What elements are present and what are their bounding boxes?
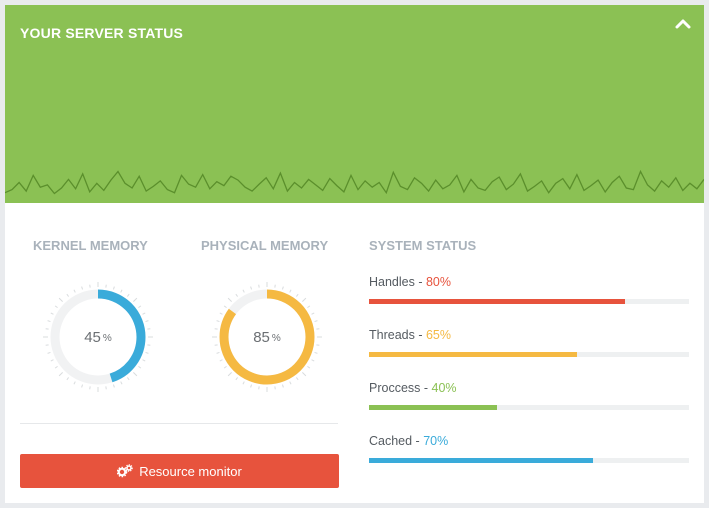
status-text: Cached - 70% bbox=[369, 434, 449, 448]
handles-progress-bar bbox=[369, 299, 625, 304]
resource-monitor-button[interactable]: Resource monitor bbox=[20, 454, 339, 488]
collapse-button[interactable] bbox=[672, 13, 694, 35]
kernel-memory-value: 45% bbox=[84, 328, 112, 346]
status-track bbox=[369, 405, 689, 410]
physical-memory-gauge: 85% bbox=[212, 282, 322, 392]
network-sparkline bbox=[5, 169, 704, 195]
threads-progress-bar bbox=[369, 352, 577, 357]
status-row-cached: Cached - 70% bbox=[369, 434, 689, 474]
status-text: Handles - 80% bbox=[369, 275, 452, 289]
status-text: Threads - 65% bbox=[369, 328, 451, 342]
gears-icon bbox=[117, 464, 133, 478]
chevron-up-icon bbox=[675, 19, 691, 29]
header-panel: YOUR SERVER STATUS bbox=[5, 5, 704, 203]
status-track bbox=[369, 299, 689, 304]
physical-memory-title: PHYSICAL MEMORY bbox=[201, 238, 329, 253]
system-status-title: SYSTEM STATUS bbox=[369, 238, 477, 253]
divider bbox=[20, 423, 338, 424]
status-row-handles: Handles - 80% bbox=[369, 275, 689, 315]
cached-progress-bar bbox=[369, 458, 593, 463]
kernel-memory-title: KERNEL MEMORY bbox=[33, 238, 148, 253]
status-track bbox=[369, 352, 689, 357]
status-text: Proccess - 40% bbox=[369, 381, 457, 395]
status-track bbox=[369, 458, 689, 463]
process-progress-bar bbox=[369, 405, 497, 410]
kernel-memory-gauge: 45% bbox=[43, 282, 153, 392]
status-row-threads: Threads - 65% bbox=[369, 328, 689, 368]
panel-heading: YOUR SERVER STATUS bbox=[20, 25, 184, 41]
status-row-process: Proccess - 40% bbox=[369, 381, 689, 421]
physical-memory-value: 85% bbox=[253, 328, 281, 346]
resource-monitor-label: Resource monitor bbox=[139, 463, 242, 479]
server-status-card: YOUR SERVER STATUS KERNEL MEMORY 45% PHY… bbox=[5, 5, 704, 503]
